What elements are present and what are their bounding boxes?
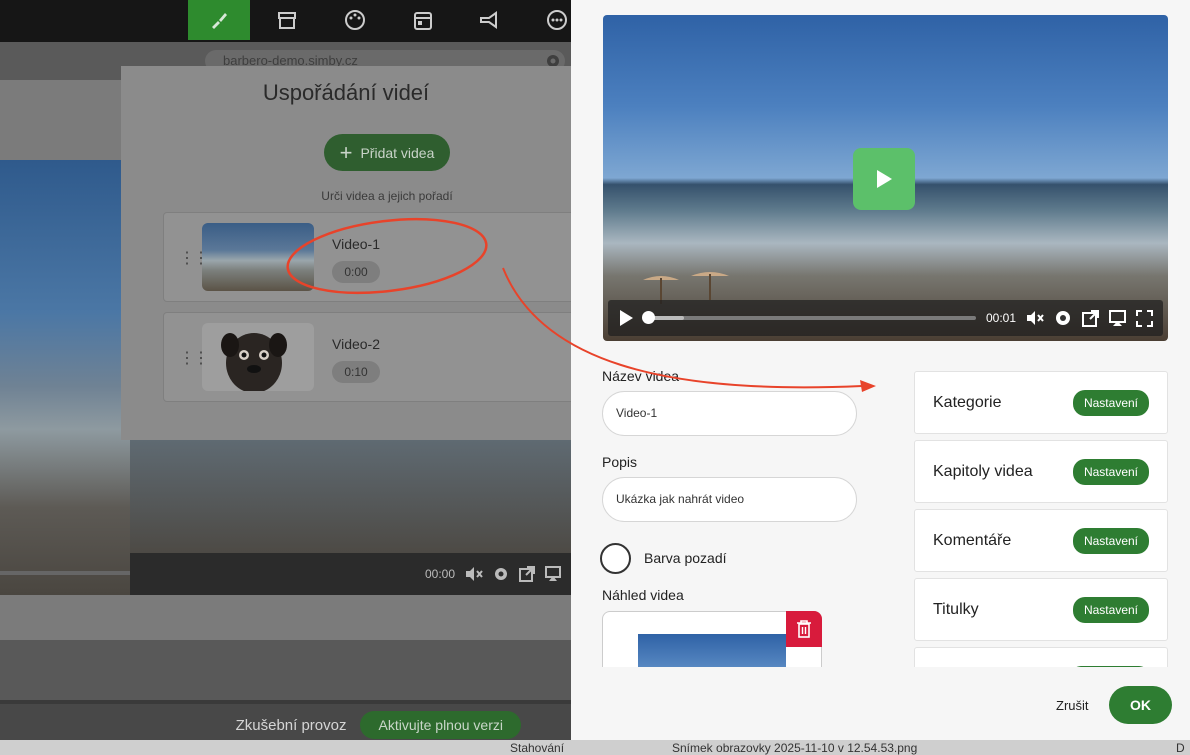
annotation-arrowhead bbox=[860, 380, 876, 392]
taskbar-item[interactable]: D bbox=[1176, 741, 1185, 755]
annotation-ellipse bbox=[286, 217, 488, 295]
taskbar-item[interactable]: Snímek obrazovky 2025-11-10 v 12.54.53.p… bbox=[672, 741, 917, 755]
os-taskbar: Stahování Snímek obrazovky 2025-11-10 v … bbox=[0, 740, 1190, 755]
taskbar-item[interactable]: Stahování bbox=[510, 741, 564, 755]
annotation-arrow-line bbox=[502, 267, 863, 389]
red-annotation bbox=[286, 217, 876, 392]
